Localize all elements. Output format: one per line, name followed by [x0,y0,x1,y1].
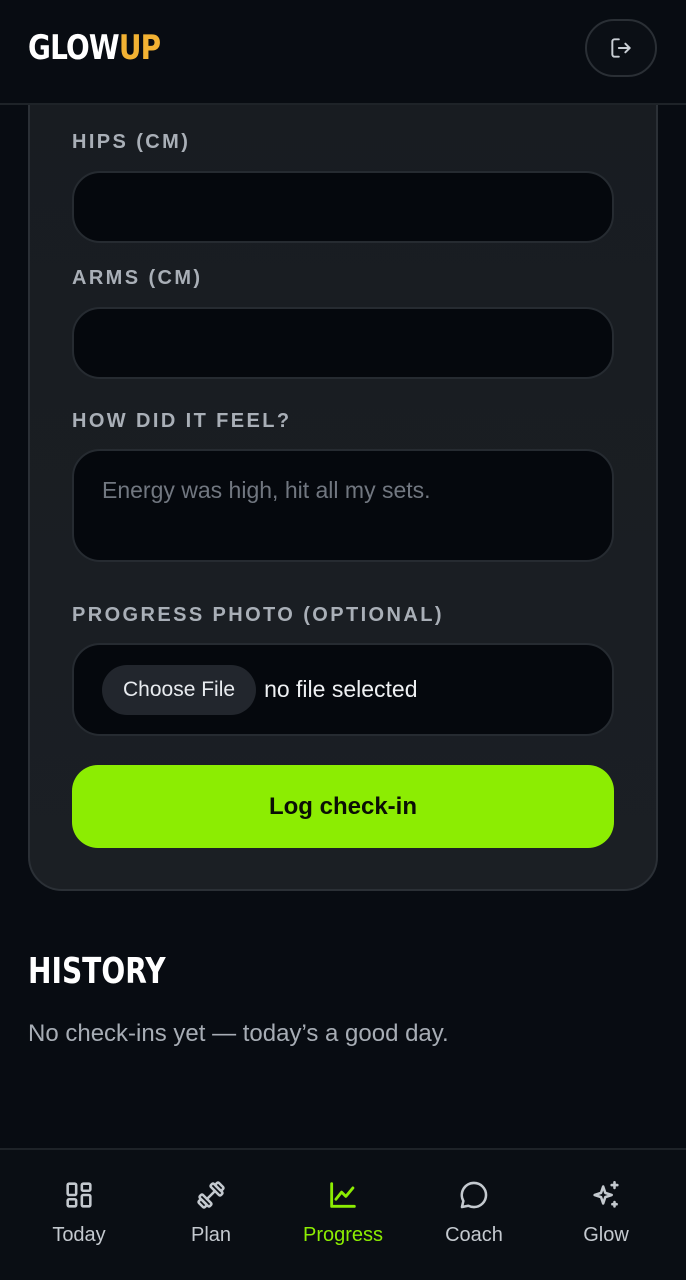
nav-coach[interactable]: Coach [419,1178,529,1247]
choose-file-button[interactable]: Choose File [102,664,257,715]
chart-line-icon [330,1182,356,1208]
arms-label: ARMS (CM) [72,267,203,289]
hips-input[interactable] [72,171,614,243]
nav-today-label: Today [52,1224,106,1246]
logo-glow: GLOW [28,28,120,68]
chat-bubble-icon [460,1181,488,1209]
nav-progress[interactable]: Progress [288,1178,398,1247]
nav-plan-label: Plan [190,1224,232,1246]
app-root: HIPS (CM) ARMS (CM) HOW DID IT FEEL? Ene… [0,0,686,1280]
log-check-in-button[interactable]: Log check-in [72,765,614,848]
arms-input[interactable] [72,307,614,379]
feel-label: HOW DID IT FEEL? [72,410,292,432]
history-title: HISTORY [28,951,166,992]
nav-glow-label: Glow [583,1224,629,1246]
history-empty-text: No check-ins yet — today’s a good day. [28,1020,449,1047]
file-status: no file selected [264,676,418,702]
bottom-nav: Today Plan Progress Coach Glow [0,1148,686,1280]
nav-plan[interactable]: Plan [156,1178,266,1247]
logout-icon [611,38,631,58]
photo-label: PROGRESS PHOTO (OPTIONAL) [72,604,444,626]
nav-coach-label: Coach [445,1224,503,1246]
grid-icon [66,1182,92,1208]
app-header: GLOWUP [0,0,686,105]
feel-placeholder: Energy was high, hit all my sets. [102,477,431,503]
feel-textarea[interactable]: Energy was high, hit all my sets. [72,449,614,562]
app-logo[interactable]: GLOWUP [28,28,161,68]
sparkle-icon [593,1180,619,1208]
nav-today[interactable]: Today [24,1178,134,1247]
nav-glow[interactable]: Glow [551,1178,661,1247]
logo-up: UP [118,28,161,68]
dumbbell-icon [197,1181,225,1209]
hips-label: HIPS (CM) [72,131,191,153]
photo-file-input[interactable]: Choose File no file selected [72,643,614,736]
logout-button[interactable] [585,19,657,77]
nav-progress-label: Progress [302,1224,384,1246]
